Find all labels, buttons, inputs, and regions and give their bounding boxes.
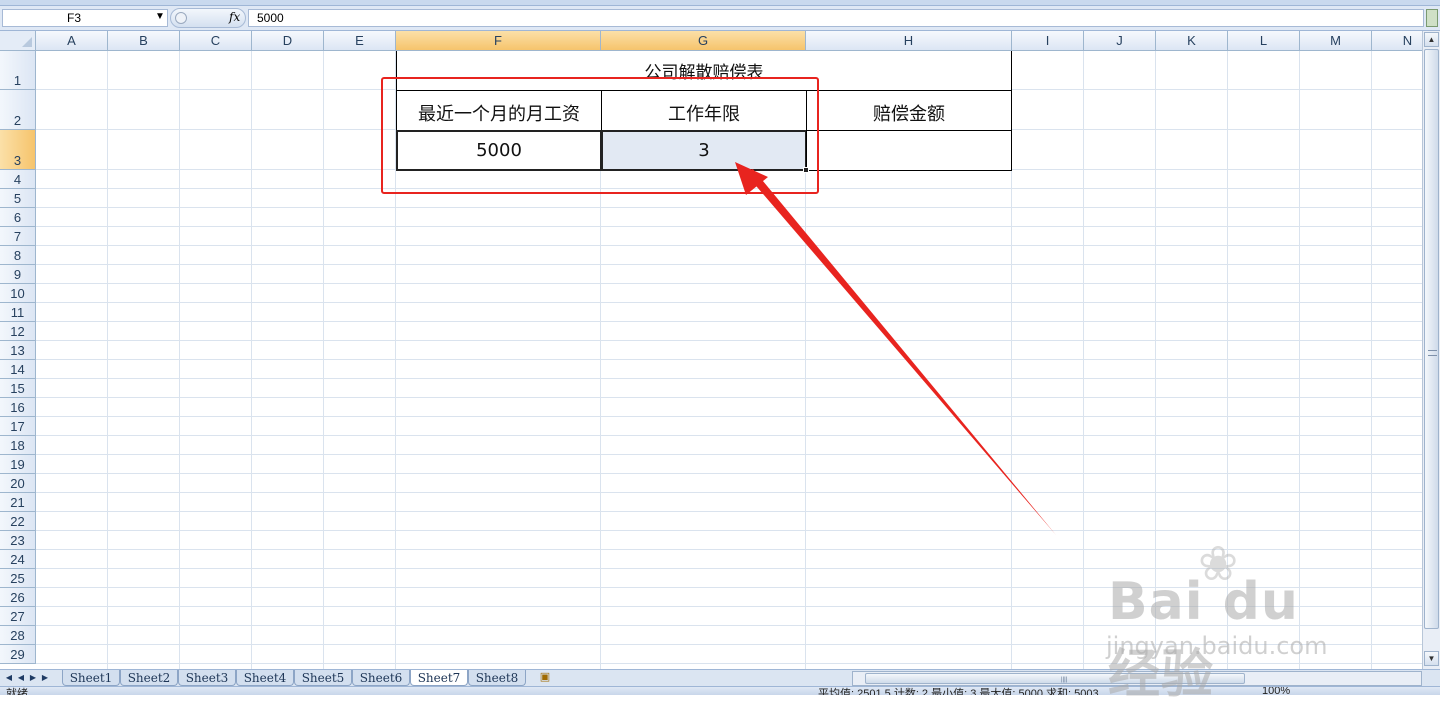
insert-function-area: fx [170, 8, 246, 28]
first-sheet-icon[interactable]: ◀ [3, 671, 15, 685]
scroll-grip-icon [1428, 350, 1437, 356]
next-sheet-icon[interactable]: ▶ [27, 671, 39, 685]
baidu-watermark: ❀ Bai du 经验 jingyan.baidu.com [1098, 536, 1368, 705]
sheet-tab-sheet7[interactable]: Sheet7 [410, 670, 468, 686]
cancel-circle-icon[interactable] [175, 12, 187, 24]
chevron-down-icon[interactable]: ▼ [155, 11, 165, 22]
status-stats: 平均值: 2501.5 计数: 2 最小值: 3 最大值: 5000 求和: 5… [818, 688, 1099, 695]
sheet-tab-sheet4[interactable]: Sheet4 [236, 670, 294, 686]
prev-sheet-icon[interactable]: ◀ [15, 671, 27, 685]
scroll-down-icon[interactable]: ▼ [1424, 651, 1439, 666]
name-box[interactable]: F3 ▼ [2, 9, 168, 27]
insert-sheet-icon[interactable]: ▣ [537, 671, 553, 684]
sheet-tab-sheet3[interactable]: Sheet3 [178, 670, 236, 686]
name-box-value: F3 [67, 11, 82, 25]
fx-icon[interactable]: fx [229, 10, 240, 24]
vertical-scroll-thumb[interactable] [1424, 49, 1439, 629]
formula-input[interactable]: 5000 [248, 9, 1424, 27]
vertical-scrollbar[interactable]: ▲ ▼ [1422, 31, 1440, 669]
arrow-shaft [745, 169, 1056, 535]
sheet-tab-sheet2[interactable]: Sheet2 [120, 670, 178, 686]
scroll-grip-icon: |||| [1061, 677, 1068, 683]
last-sheet-icon[interactable]: ▶ [39, 671, 51, 685]
formula-bar: F3 ▼ fx 5000 [0, 6, 1440, 31]
sheet-tab-sheet5[interactable]: Sheet5 [294, 670, 352, 686]
sheet-tab-sheet6[interactable]: Sheet6 [352, 670, 410, 686]
expand-formula-bar-button[interactable] [1426, 9, 1438, 27]
sheet-tab-sheet8[interactable]: Sheet8 [468, 670, 526, 686]
watermark-site: jingyan.baidu.com [1106, 632, 1328, 660]
status-ready: 就绪 [6, 688, 28, 695]
sheet-tab-sheet1[interactable]: Sheet1 [62, 670, 120, 686]
scroll-up-icon[interactable]: ▲ [1424, 32, 1439, 47]
formula-value: 5000 [257, 11, 284, 25]
